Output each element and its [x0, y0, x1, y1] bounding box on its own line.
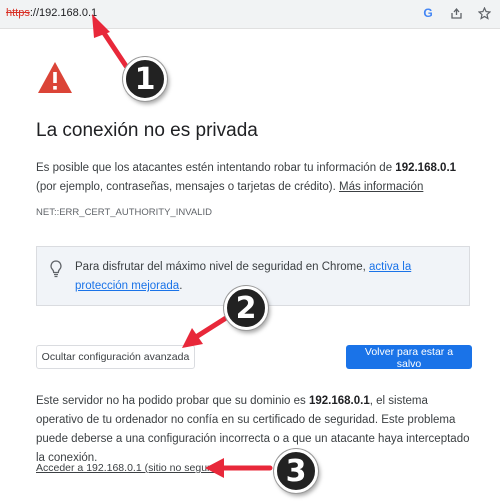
star-icon[interactable] [476, 5, 492, 21]
desc-host: 192.168.0.1 [395, 162, 457, 174]
detail-host: 192.168.0.1 [308, 395, 370, 407]
hide-advanced-button[interactable]: Ocultar configuración avanzada [36, 345, 195, 369]
desc-text-1: Es posible que los atacantes estén inten… [36, 162, 396, 174]
page-title: La conexión no es privada [36, 120, 258, 141]
desc-text-2: (por ejemplo, contraseñas, mensajes o ta… [36, 181, 339, 193]
address-bar[interactable]: https://192.168.0.1 G [0, 0, 500, 29]
tip-text-end: . [179, 280, 183, 292]
more-info-link[interactable]: Más información [339, 181, 423, 193]
annotation-badge-1: 1 [123, 57, 167, 101]
back-to-safety-button[interactable]: Volver para estar a salvo [346, 345, 472, 370]
annotation-badge-3: 3 [274, 449, 318, 493]
tip-text: Para disfrutar del máximo nivel de segur… [75, 258, 460, 296]
privacy-description: Es posible que los atacantes estén inten… [36, 159, 476, 197]
annotation-badge-2: 2 [224, 286, 268, 330]
warning-triangle-icon [38, 62, 72, 93]
url-text[interactable]: https://192.168.0.1 [6, 7, 97, 19]
share-icon[interactable] [448, 5, 464, 21]
address-bar-actions: G [420, 5, 492, 21]
proceed-unsafe-link[interactable]: Acceder a 192.168.0.1 (sitio no seguro) [36, 462, 220, 474]
error-code: NET::ERR_CERT_AUTHORITY_INVALID [36, 207, 212, 218]
annotation-arrow-1 [99, 27, 129, 69]
google-lens-icon[interactable]: G [420, 5, 436, 21]
advanced-details: Este servidor no ha podido probar que su… [36, 392, 476, 468]
url-scheme-insecure: https [6, 7, 30, 19]
tip-text-main: Para disfrutar del máximo nivel de segur… [75, 261, 370, 273]
annotation-arrow-2 [193, 315, 229, 340]
url-host: ://192.168.0.1 [29, 7, 98, 19]
detail-text-1: Este servidor no ha podido probar que su… [36, 395, 309, 407]
lightbulb-icon [50, 260, 62, 278]
